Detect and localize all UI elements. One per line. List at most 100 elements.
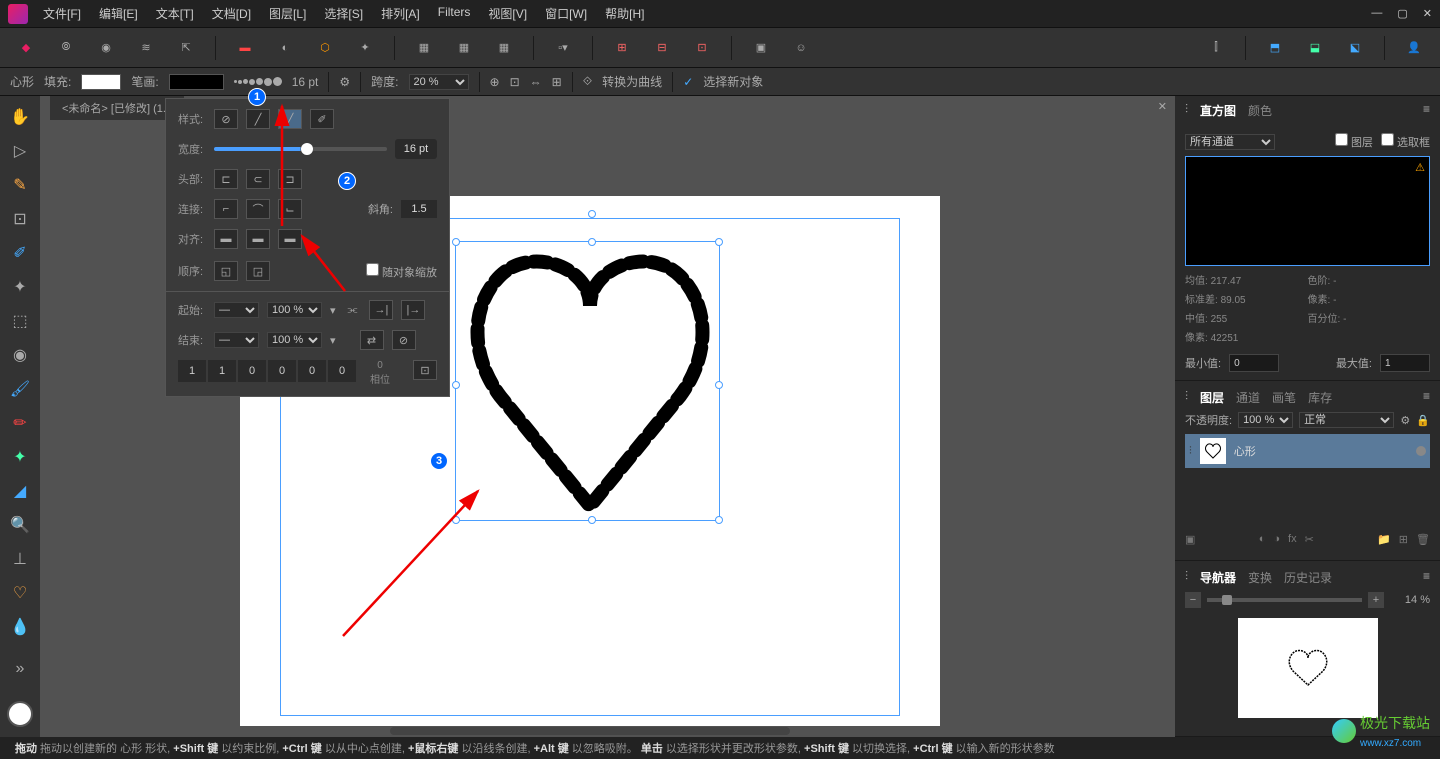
flood-tool-icon[interactable]: ◉: [7, 342, 33, 368]
marquee-tool-icon[interactable]: ⬚: [7, 308, 33, 334]
export-persona-icon[interactable]: ⇱: [175, 37, 197, 59]
tab-histogram[interactable]: 直方图: [1200, 102, 1236, 119]
tab-layers[interactable]: 图层: [1200, 389, 1224, 406]
paint-tool-icon[interactable]: 🖌: [7, 376, 33, 402]
clone-tool-icon[interactable]: ◢: [7, 478, 33, 504]
start-percent-select[interactable]: 100 %: [267, 302, 322, 318]
dash-input-0[interactable]: 1: [178, 360, 206, 382]
align-h-icon[interactable]: ⊕: [490, 75, 500, 89]
horizontal-scrollbar[interactable]: [390, 727, 790, 735]
fx-icon[interactable]: ◐: [1259, 533, 1266, 546]
adjust-icon[interactable]: ◐: [274, 37, 296, 59]
dash-input-4[interactable]: 0: [298, 360, 326, 382]
start-arrow-select[interactable]: —: [214, 302, 259, 318]
stack-icon[interactable]: ▣: [750, 37, 772, 59]
menu-arrange[interactable]: 排列[A]: [381, 5, 420, 22]
blend-mode-select[interactable]: 正常: [1299, 412, 1394, 428]
stroke-preview[interactable]: [234, 77, 282, 86]
menu-edit[interactable]: 编辑[E]: [99, 5, 138, 22]
start-place-out-button[interactable]: |→: [401, 300, 425, 320]
layer-name[interactable]: 心形: [1234, 443, 1256, 459]
miter-input[interactable]: [401, 200, 437, 218]
menu-file[interactable]: 文件[F]: [43, 5, 81, 22]
selection-checkbox[interactable]: 选取框: [1381, 133, 1430, 150]
panel-options-icon[interactable]: ≡: [1423, 102, 1430, 119]
join-round-button[interactable]: ⌒: [246, 199, 270, 219]
layer-item[interactable]: ⫶ 心形: [1185, 434, 1430, 468]
wand-icon[interactable]: ✦: [354, 37, 376, 59]
end-percent-select[interactable]: 100 %: [267, 332, 322, 348]
convert-icon[interactable]: ⟐: [583, 74, 592, 89]
assistant-icon[interactable]: ☺: [790, 37, 812, 59]
move-front-icon[interactable]: ⬕: [1344, 37, 1366, 59]
maximize-icon[interactable]: ▢: [1397, 7, 1407, 20]
panel-menu-icon[interactable]: ⫶: [1185, 569, 1188, 586]
tab-color[interactable]: 颜色: [1248, 102, 1272, 119]
levels-icon[interactable]: ▬: [234, 37, 256, 59]
tab-transform[interactable]: 变换: [1248, 569, 1272, 586]
pen-tool-icon[interactable]: ✎: [7, 172, 33, 198]
tab-stock[interactable]: 库存: [1308, 389, 1332, 406]
join-miter-button[interactable]: ⌐: [214, 199, 238, 219]
account-icon[interactable]: 👤: [1403, 37, 1425, 59]
dash-preset-button[interactable]: ⊡: [413, 360, 437, 380]
cap-butt-button[interactable]: ⊏: [214, 169, 238, 189]
lock-icon[interactable]: 🔒: [1416, 414, 1430, 427]
fill-swatch[interactable]: [81, 74, 121, 90]
panel-menu-icon[interactable]: ⫶: [1185, 102, 1188, 119]
join-bevel-button[interactable]: ⌙: [278, 199, 302, 219]
pointer-tool-icon[interactable]: ▷: [7, 138, 33, 164]
color-wheel-icon[interactable]: ⬡: [314, 37, 336, 59]
style-solid-button[interactable]: ╱: [246, 109, 270, 129]
zoom-out-button[interactable]: −: [1185, 592, 1201, 608]
mask-icon[interactable]: ▣: [1185, 533, 1195, 546]
tab-channels[interactable]: 通道: [1236, 389, 1260, 406]
grid-2-icon[interactable]: ▦: [453, 37, 475, 59]
align-3-icon[interactable]: ⊡: [691, 37, 713, 59]
panel-options-icon[interactable]: ≡: [1423, 389, 1430, 406]
delete-icon[interactable]: 🗑: [1416, 533, 1430, 546]
select-new-label[interactable]: 选择新对象: [703, 73, 763, 90]
document-tab[interactable]: <未命名> [已修改] (1... ✕: [50, 96, 184, 120]
visibility-icon[interactable]: [1416, 446, 1426, 456]
blur-tool-icon[interactable]: 🔍: [7, 512, 33, 538]
menu-layer[interactable]: 图层[L]: [269, 5, 306, 22]
stroke-swatch[interactable]: [169, 74, 224, 90]
menu-window[interactable]: 窗口[W]: [545, 5, 587, 22]
adjust-icon[interactable]: ◑: [1273, 533, 1280, 546]
expand-icon[interactable]: »: [7, 656, 33, 682]
brush-tool-icon[interactable]: ✐: [7, 240, 33, 266]
gear-icon[interactable]: ⚙: [339, 75, 350, 89]
tone-persona-icon[interactable]: ≋: [135, 37, 157, 59]
flip-h-icon[interactable]: ⇔: [530, 75, 542, 89]
minimize-icon[interactable]: —: [1371, 7, 1382, 20]
zoom-value[interactable]: 14 %: [1390, 594, 1430, 606]
start-place-in-button[interactable]: →|: [369, 300, 393, 320]
folder-icon[interactable]: 📁: [1377, 533, 1391, 546]
channels-select[interactable]: 所有通道: [1185, 134, 1275, 150]
tab-navigator[interactable]: 导航器: [1200, 569, 1236, 586]
align-outside-button[interactable]: ▬: [278, 229, 302, 249]
panel-options-icon[interactable]: ≡: [1423, 569, 1430, 586]
heart-shape[interactable]: [460, 246, 720, 526]
align-1-icon[interactable]: ⊞: [611, 37, 633, 59]
opacity-select[interactable]: 100 %: [1238, 412, 1293, 428]
hand-tool-icon[interactable]: ✋: [7, 104, 33, 130]
dash-input-3[interactable]: 0: [268, 360, 296, 382]
max-input[interactable]: [1380, 354, 1430, 372]
align-v-icon[interactable]: ⊡: [510, 75, 520, 89]
dash-input-1[interactable]: 1: [208, 360, 236, 382]
gear-icon[interactable]: ⚙: [1400, 414, 1410, 427]
layer-checkbox[interactable]: 图层: [1335, 133, 1373, 150]
menu-view[interactable]: 视图[V]: [488, 5, 527, 22]
color-tool-icon[interactable]: ✏: [7, 410, 33, 436]
check-icon[interactable]: ✓: [683, 75, 693, 89]
liquify-persona-icon[interactable]: ⦾: [55, 37, 77, 59]
flip-v-icon[interactable]: ⊞: [552, 75, 562, 89]
move-mid-icon[interactable]: ⬓: [1304, 37, 1326, 59]
end-reset-button[interactable]: ⊘: [392, 330, 416, 350]
close-icon[interactable]: ✕: [1423, 7, 1432, 20]
crop-tool-icon[interactable]: ⊡: [7, 206, 33, 232]
style-brush-button[interactable]: ✐: [310, 109, 334, 129]
grid-3-icon[interactable]: ▦: [493, 37, 515, 59]
